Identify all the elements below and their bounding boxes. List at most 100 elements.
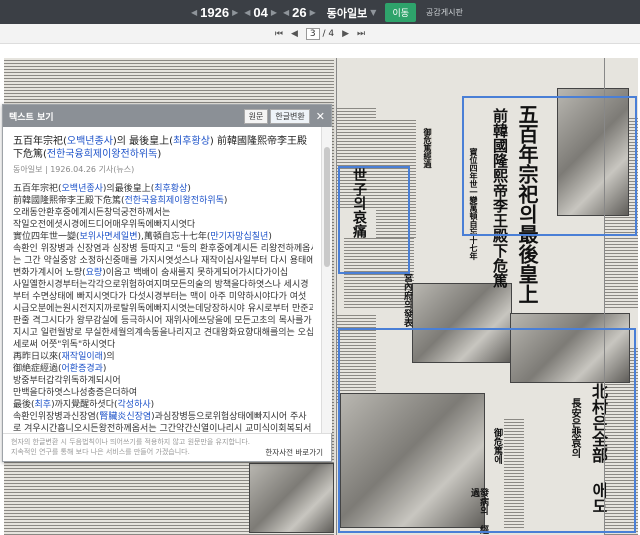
chevron-down-icon[interactable]: ▼ xyxy=(367,8,379,17)
body-line: 세로써 어쯧"위독"하시엿다 xyxy=(13,339,313,351)
body-line: 前韓國隆熙帝李王殿下危篤(전한국융희제이왕전하위독) xyxy=(13,195,313,207)
body-line: 만백을다하엿스나성충증은더하여 xyxy=(13,387,313,399)
body-line: 작일오전에셧시경에드디어매우위독에빠지시엿다 xyxy=(13,219,313,231)
hangul-reading: 腎臟炎신장염 xyxy=(99,412,152,422)
text-segment: 판줄 격그시다가 왕무감실에 등극하시어 재위사에쓰당을에 모든고초의 목사를가 xyxy=(13,316,312,326)
text-segment: 속환인위장병과신장염( xyxy=(13,412,100,422)
newspaper-selector[interactable]: 동아일보 xyxy=(327,5,367,21)
prev-month-icon[interactable]: ◀ xyxy=(241,8,253,17)
total-pages: 4 xyxy=(328,28,335,39)
text-viewer-panel: 텍스트 보기 원문 한글변환 ✕ 五百年宗祀(오백년종사)의 最後皇上(최후황상… xyxy=(2,104,332,462)
current-page[interactable]: 3 xyxy=(305,27,320,40)
figure-photo xyxy=(249,463,334,533)
text-segment: 부터 수면상태에 빠지시엿다가 다섯시경부터는 맥이 아주 미약하시야다가 여섯 xyxy=(13,292,307,302)
scrollbar-thumb[interactable] xyxy=(324,147,330,267)
selected-article-box[interactable] xyxy=(462,96,637,236)
article-body: 五百年宗祀(오백년종사)의最後皇上(최후황상) 前韓國隆熙帝李王殿下危篤(전한국융… xyxy=(13,183,313,433)
hanja-dictionary-link[interactable]: 한자사전 바로가기 xyxy=(265,448,323,458)
body-line: 는 그간 약실중앙 소정하신중매를 가지시엿섯스나 재작이십사일부터 다시 용태… xyxy=(13,255,313,267)
date-navigation-bar: ◀ 1926 ▶ ◀ 04 ▶ ◀ 26 ▶ 동아일보 ▼ 이동 공감게시판 xyxy=(0,0,640,24)
body-line: 實位四年世一變(보위사면세일변),萬頓自忘十七年(만기자망십칠년) xyxy=(13,231,313,243)
next-month-icon[interactable]: ▶ xyxy=(268,8,280,17)
text-segment: ) xyxy=(150,400,155,410)
text-segment: 五百年宗祀( xyxy=(13,184,62,194)
text-segment: 지시고 일런월방로 무실한세월의계속동을나리지고 견대왕화요향대해를의는 오십살 xyxy=(13,328,313,338)
hangul-reading: 재작일이래 xyxy=(61,352,103,362)
hangul-reading: 최후황상 xyxy=(173,136,210,147)
text-segment: )과심장병등으로위험상태에빠지시어 주사 xyxy=(151,412,307,422)
text-segment: 最後( xyxy=(13,400,35,410)
body-line: 속환인위장병과신장염(腎臟炎신장염)과심장병등으로위험상태에빠지시어 주사 xyxy=(13,411,313,423)
body-line: 御絶症經過(어환증경과) xyxy=(13,363,313,375)
palace-headline: 宮內府의發表 xyxy=(402,273,412,327)
text-segment: 변화가계시어 노량( xyxy=(13,268,86,278)
text-viewer-header: 텍스트 보기 원문 한글변환 ✕ xyxy=(3,105,331,127)
hangul-reading: 만기자망십칠년 xyxy=(210,232,269,242)
text-segment: 는 그간 약실중앙 소정하신중매를 가지시엿섯스나 재작이십사일부터 다시 용태… xyxy=(13,256,313,266)
hangul-reading: 최후 xyxy=(34,400,52,410)
hangul-convert-button[interactable]: 한글변환 xyxy=(270,108,310,124)
text-segment: 再昨日以來( xyxy=(13,352,62,362)
prev-day-icon[interactable]: ◀ xyxy=(280,8,292,17)
next-page-icon[interactable]: ▶ xyxy=(342,29,349,39)
text-segment: 五百年宗祀( xyxy=(13,136,67,147)
text-segment: ),萬頓自忘十七年( xyxy=(137,232,211,242)
body-line: 지시고 일런월방로 무실한세월의계속동을나리지고 견대왕화요향대해를의는 오십살 xyxy=(13,327,313,339)
body-line: 사일옐한시경부터는각각으로위험하여지며모든의술의 방책을다하엿스나 세시경 xyxy=(13,279,313,291)
body-line: 再昨日以來(재작일이래)의 xyxy=(13,351,313,363)
text-segment: 오래동안환후중에계시든창덕궁전하께서는 xyxy=(13,208,171,218)
text-segment: 방중부터갑각위독하계되시어 xyxy=(13,376,121,386)
hangul-reading: 최후황상 xyxy=(154,184,188,194)
article-title: 五百年宗祀(오백년종사)의 最後皇上(최후황상) 前韓國隆熙帝李王殿下危篤(전한… xyxy=(13,135,313,161)
original-text-button[interactable]: 원문 xyxy=(243,108,269,124)
body-line: 부터 수면상태에 빠지시엿다가 다섯시경부터는 맥이 아주 미약하시야다가 여섯 xyxy=(13,291,313,303)
first-page-icon[interactable]: ⏮ xyxy=(275,29,283,39)
body-line: 방중부터갑각위독하계되시어 xyxy=(13,375,313,387)
article-meta: 동아일보 | 1926.04.26 기사(뉴스) xyxy=(13,165,135,174)
prev-date-icon[interactable]: ◀ xyxy=(188,8,200,17)
prev-page-icon[interactable]: ◀ xyxy=(291,29,298,39)
next-day-icon[interactable]: ▶ xyxy=(307,8,319,17)
text-segment: ) xyxy=(102,364,107,374)
text-segment: )의 xyxy=(102,352,115,362)
text-segment: 작일오전에셧시경에드디어매우위독에빠지시엿다 xyxy=(13,220,196,230)
text-viewer-footer: 현자의 한글변환 시 두음법칙이나 띄어쓰기를 적용하지 않고 원문만을 유지합… xyxy=(3,433,331,462)
next-year-icon[interactable]: ▶ xyxy=(229,8,241,17)
footer-note: 현자의 한글변환 시 두음법칙이나 띄어쓰기를 적용하지 않고 원문만을 유지합… xyxy=(11,438,250,446)
body-line: 시급오분에는원시전지지까로탈위독에빠지시엿는데당장하시야 유시로부터 만준과 xyxy=(13,303,313,315)
column-rule xyxy=(336,58,337,535)
text-segment: ) xyxy=(268,232,272,242)
text-segment: 로 겨우시간흡니오시든왕전하께옵서는 그간약간신열이나리시 교미식이회복되서 xyxy=(13,424,312,433)
close-icon[interactable]: ✕ xyxy=(316,110,325,123)
go-button[interactable]: 이동 xyxy=(385,3,416,22)
text-segment: 實位四年世一變( xyxy=(13,232,80,242)
text-segment: 御絶症經過( xyxy=(13,364,62,374)
text-segment: 사일옐한시경부터는각각으로위험하여지며모든의술의 방책을다하엿스나 세시경 xyxy=(13,280,309,290)
page-indicator: 3 / 4 xyxy=(305,27,335,40)
body-line: 속환인 위장병과 신장염과 심장병 등따지고 "등의 환후중에계시든 리왕전하께… xyxy=(13,243,313,255)
board-link[interactable]: 공감게시판 xyxy=(426,7,463,18)
text-viewer-scrollbar[interactable] xyxy=(321,127,332,433)
selected-article-box[interactable] xyxy=(338,166,410,274)
day-value[interactable]: 26 xyxy=(292,5,306,20)
page-navigation-bar: ⏮ ◀ 3 / 4 ▶ ⏭ xyxy=(0,24,640,44)
body-line: 판줄 격그시다가 왕무감실에 등극하시어 재위사에쓰당을에 모든고초의 목사를가 xyxy=(13,315,313,327)
body-line: 로 겨우시간흡니오시든왕전하께옵서는 그간약간신열이나리시 교미식이회복되서 xyxy=(13,423,313,433)
hangul-reading: 전한국융희제이왕전하위독 xyxy=(124,196,224,206)
hangul-reading: 보위사면세일변 xyxy=(79,232,138,242)
hangul-reading: 요량 xyxy=(85,268,103,278)
text-segment: ) xyxy=(223,196,228,206)
month-value[interactable]: 04 xyxy=(253,5,267,20)
hangul-reading: 오백년종사 xyxy=(61,184,103,194)
hangul-reading: 어환증경과 xyxy=(61,364,103,374)
body-line: 五百年宗祀(오백년종사)의最後皇上(최후황상) xyxy=(13,183,313,195)
year-value[interactable]: 1926 xyxy=(200,5,229,20)
text-segment: 세로써 어쯧"위독"하시엿다 xyxy=(13,340,116,350)
hangul-reading: 전한국융희제이왕전하위독 xyxy=(46,149,158,160)
text-segment: )의 最後皇上( xyxy=(112,136,174,147)
selected-article-box[interactable] xyxy=(338,328,636,533)
text-segment: ) xyxy=(157,149,162,160)
text-segment: )의最後皇上( xyxy=(102,184,155,194)
last-page-icon[interactable]: ⏭ xyxy=(357,29,365,39)
text-segment: 前韓國隆熙帝李王殿下危篤( xyxy=(13,196,125,206)
